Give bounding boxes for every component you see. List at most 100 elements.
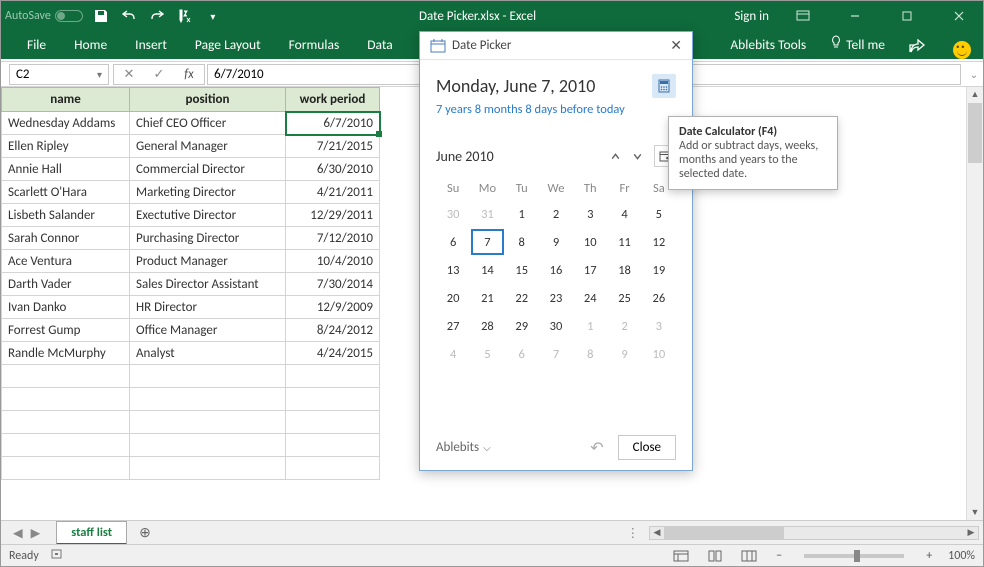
calendar-day[interactable]: 10 — [642, 340, 676, 368]
calendar-day[interactable]: 29 — [505, 312, 539, 340]
cell[interactable]: Commercial Director — [130, 158, 286, 181]
add-sheet-icon[interactable]: ⊕ — [139, 524, 151, 541]
zoom-slider[interactable] — [804, 554, 904, 558]
calendar-day[interactable]: 10 — [573, 228, 607, 256]
cell[interactable]: 4/24/2015 — [286, 342, 380, 365]
confirm-edit-icon[interactable]: ✓ — [144, 67, 174, 82]
spreadsheet[interactable]: namepositionwork periodWednesday AddamsC… — [1, 87, 380, 480]
date-difference-link[interactable]: 7 years 8 months 8 days before today — [436, 102, 676, 117]
page-layout-view-icon[interactable] — [704, 548, 726, 564]
cell[interactable]: Exectutive Director — [130, 204, 286, 227]
calendar-day[interactable]: 24 — [573, 284, 607, 312]
calendar-day[interactable]: 1 — [573, 312, 607, 340]
calendar-day[interactable]: 7 — [470, 228, 504, 256]
cell[interactable]: 8/24/2012 — [286, 319, 380, 342]
zoom-in-icon[interactable]: + — [922, 549, 936, 563]
cell[interactable]: Sarah Connor — [2, 227, 130, 250]
redo-icon[interactable] — [149, 8, 165, 24]
table-row[interactable]: Sarah ConnorPurchasing Director7/12/2010 — [2, 227, 380, 250]
table-row[interactable]: Wednesday AddamsChief CEO Officer6/7/201… — [2, 112, 380, 135]
prev-sheet-icon[interactable]: ◀ — [13, 525, 23, 541]
calendar-day[interactable]: 17 — [573, 256, 607, 284]
calendar-day[interactable]: 11 — [607, 228, 641, 256]
calendar-day[interactable]: 22 — [505, 284, 539, 312]
calendar-day[interactable]: 9 — [607, 340, 641, 368]
sort-icon[interactable] — [177, 8, 193, 24]
col-header[interactable]: name — [2, 88, 130, 112]
calendar-day[interactable]: 27 — [436, 312, 470, 340]
calendar-day[interactable]: 31 — [470, 200, 504, 228]
cell[interactable]: Darth Vader — [2, 273, 130, 296]
ribbon-display-icon[interactable] — [785, 4, 821, 28]
calendar-day[interactable]: 23 — [539, 284, 573, 312]
close-pane-icon[interactable]: ✕ — [670, 37, 682, 54]
col-header[interactable]: work period — [286, 88, 380, 112]
calendar-day[interactable]: 7 — [539, 340, 573, 368]
table-row[interactable]: Scarlett O'HaraMarketing Director4/21/20… — [2, 181, 380, 204]
cell[interactable]: 10/4/2010 — [286, 250, 380, 273]
tab-tell-me[interactable]: Tell me — [818, 29, 897, 59]
calendar-day[interactable]: 13 — [436, 256, 470, 284]
calendar-day[interactable]: 5 — [642, 200, 676, 228]
undo-date-icon[interactable]: ↶ — [590, 438, 603, 458]
cell[interactable]: 6/7/2010 — [286, 112, 380, 135]
cell[interactable]: General Manager — [130, 135, 286, 158]
macro-record-icon[interactable] — [51, 548, 65, 564]
calendar-day[interactable]: 30 — [539, 312, 573, 340]
minimize-icon[interactable] — [837, 4, 873, 28]
cell[interactable]: Ivan Danko — [2, 296, 130, 319]
cell[interactable]: 7/12/2010 — [286, 227, 380, 250]
signin-link[interactable]: Sign in — [734, 9, 769, 24]
calendar-day[interactable]: 8 — [505, 228, 539, 256]
cancel-edit-icon[interactable]: ✕ — [114, 67, 144, 82]
tab-page-layout[interactable]: Page Layout — [181, 30, 275, 59]
cell[interactable]: 7/21/2015 — [286, 135, 380, 158]
qat-customize-icon[interactable]: ▾ — [205, 8, 221, 24]
calendar-grid[interactable]: SuMoTuWeThFrSa30311234567891011121314151… — [436, 177, 676, 368]
prev-month-icon[interactable] — [604, 145, 626, 167]
scroll-down-icon[interactable]: ▼ — [967, 505, 983, 520]
calendar-day[interactable]: 14 — [470, 256, 504, 284]
cell[interactable]: 7/30/2014 — [286, 273, 380, 296]
calendar-day[interactable]: 2 — [607, 312, 641, 340]
date-calculator-button[interactable] — [652, 74, 676, 98]
horizontal-scrollbar[interactable]: ◀ ▶ — [649, 526, 979, 540]
table-row[interactable]: Forrest GumpOffice Manager8/24/2012 — [2, 319, 380, 342]
maximize-icon[interactable] — [889, 4, 925, 28]
cell[interactable]: Chief CEO Officer — [130, 112, 286, 135]
scrollbar-thumb[interactable] — [968, 103, 982, 163]
table-row[interactable]: Darth VaderSales Director Assistant7/30/… — [2, 273, 380, 296]
cell[interactable]: 4/21/2011 — [286, 181, 380, 204]
cell[interactable]: Forrest Gump — [2, 319, 130, 342]
calendar-day[interactable]: 4 — [607, 200, 641, 228]
scroll-up-icon[interactable]: ▲ — [967, 87, 983, 102]
sheet-tab-active[interactable]: staff list — [56, 521, 127, 545]
cell[interactable]: Office Manager — [130, 319, 286, 342]
name-box[interactable]: C2▾ — [9, 64, 109, 85]
zoom-out-icon[interactable]: − — [772, 549, 786, 563]
cell[interactable]: Randle McMurphy — [2, 342, 130, 365]
vertical-scrollbar[interactable]: ▲ ▼ — [966, 87, 983, 520]
cell[interactable]: Purchasing Director — [130, 227, 286, 250]
calendar-day[interactable]: 15 — [505, 256, 539, 284]
close-button[interactable]: Close — [618, 435, 676, 460]
table-row[interactable]: Lisbeth SalanderExectutive Director12/29… — [2, 204, 380, 227]
share-icon[interactable] — [897, 33, 937, 59]
calendar-day[interactable]: 6 — [505, 340, 539, 368]
scroll-right-icon[interactable]: ▶ — [964, 527, 978, 539]
undo-icon[interactable] — [121, 8, 137, 24]
close-window-icon[interactable] — [941, 4, 977, 28]
table-row[interactable]: Ace VenturaProduct Manager10/4/2010 — [2, 250, 380, 273]
tab-formulas[interactable]: Formulas — [275, 30, 354, 59]
calendar-day[interactable]: 18 — [607, 256, 641, 284]
tab-insert[interactable]: Insert — [121, 30, 181, 59]
cell[interactable]: Ace Ventura — [2, 250, 130, 273]
cell[interactable]: 6/30/2010 — [286, 158, 380, 181]
calendar-day[interactable]: 1 — [505, 200, 539, 228]
cell[interactable]: Lisbeth Salander — [2, 204, 130, 227]
expand-formula-bar-icon[interactable]: ⌄ — [965, 68, 983, 81]
calendar-day[interactable]: 25 — [607, 284, 641, 312]
ablebits-brand-link[interactable]: Ablebits⌵ — [436, 440, 491, 455]
normal-view-icon[interactable] — [670, 548, 692, 564]
calendar-day[interactable]: 4 — [436, 340, 470, 368]
